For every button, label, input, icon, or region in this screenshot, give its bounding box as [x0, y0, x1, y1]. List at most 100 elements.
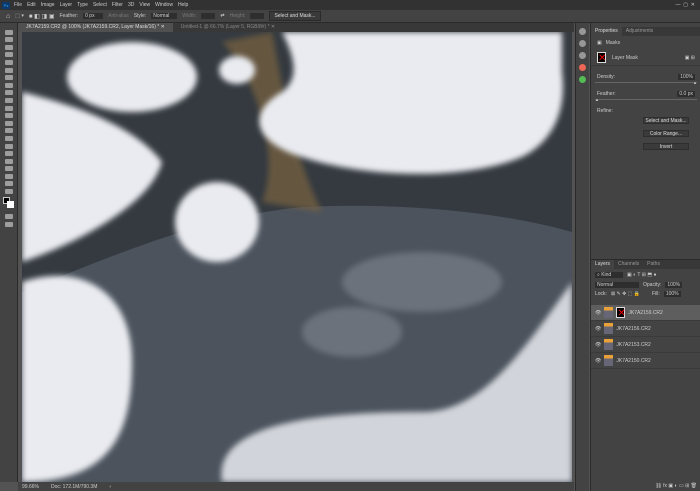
- color-range-button[interactable]: Color Range...: [643, 130, 689, 137]
- swatches-panel-icon[interactable]: [579, 76, 586, 83]
- menu-help[interactable]: Help: [178, 2, 188, 8]
- fill-input[interactable]: 100%: [663, 291, 681, 297]
- width-input[interactable]: [201, 13, 216, 19]
- lock-icons[interactable]: ⊠ ✎ ✥ ⬚ 🔒: [611, 291, 640, 297]
- zoom-tool-icon[interactable]: [5, 181, 13, 187]
- move-tool-icon[interactable]: [5, 29, 13, 35]
- layers-panel: Layers Channels Paths ⌕ Kind ▣ ◐ T ⊞ ⬒ ●…: [591, 259, 700, 491]
- character-panel-icon[interactable]: [579, 40, 586, 47]
- add-mask-icon[interactable]: ▣ ⊞: [685, 55, 695, 61]
- marquee-icon[interactable]: ⬚ ▾: [15, 13, 24, 19]
- eraser-tool-icon[interactable]: [5, 113, 13, 119]
- clone-stamp-tool-icon[interactable]: [5, 97, 13, 103]
- opacity-label: Opacity:: [643, 282, 662, 288]
- color-swatches[interactable]: [3, 197, 14, 211]
- select-and-mask-button[interactable]: Select and Mask...: [269, 11, 321, 21]
- layer-thumbnail: [604, 323, 614, 334]
- filter-kind: Kind: [601, 272, 612, 278]
- layer-name: JK7A2150.CR2: [616, 357, 651, 364]
- select-and-mask-button[interactable]: Select and Mask...: [643, 117, 689, 124]
- window-controls[interactable]: — ▢ ✕: [676, 2, 695, 8]
- menu-view[interactable]: View: [139, 2, 150, 8]
- screen-mode-icon[interactable]: [5, 221, 13, 227]
- right-panels: Properties Adjustments ▣ Masks ✕ Layer M…: [590, 23, 700, 491]
- menu-edit[interactable]: Edit: [27, 2, 36, 8]
- panel-icon-strip: [575, 23, 589, 491]
- frame-tool-icon[interactable]: [5, 67, 13, 73]
- layer-mask-label: Layer Mask: [612, 54, 638, 61]
- visibility-eye-icon[interactable]: 👁: [595, 310, 601, 316]
- menu-window[interactable]: Window: [155, 2, 173, 8]
- invert-button[interactable]: Invert: [643, 143, 689, 150]
- doc-size: Doc: 172.1M/790.3M: [50, 483, 98, 490]
- visibility-eye-icon[interactable]: 👁: [595, 342, 601, 348]
- tab-paths[interactable]: Paths: [643, 260, 664, 269]
- dodge-tool-icon[interactable]: [5, 135, 13, 141]
- density-label: Density:: [597, 74, 616, 80]
- tab-layers[interactable]: Layers: [591, 260, 615, 269]
- menu-image[interactable]: Image: [41, 2, 55, 8]
- height-input[interactable]: [250, 13, 265, 19]
- gradient-tool-icon[interactable]: [5, 120, 13, 126]
- menu-filter[interactable]: Filter: [112, 2, 123, 8]
- selection-mode-icons[interactable]: ■ ◧ ◨ ▣: [29, 13, 55, 20]
- style-select[interactable]: Normal: [151, 13, 178, 19]
- layer-row[interactable]: 👁 JK7A2150.CR2: [591, 353, 700, 369]
- feather-input[interactable]: 0.0 px: [677, 91, 695, 97]
- opacity-input[interactable]: 100%: [665, 282, 683, 288]
- photo-ice-snow: [22, 32, 572, 482]
- tab-jk7a2159[interactable]: JK7A2159.CR2 @ 100% (JK7A2159.CR2, Layer…: [18, 23, 173, 32]
- home-icon[interactable]: ⌂: [6, 13, 10, 20]
- menu-file[interactable]: File: [14, 2, 22, 8]
- layer-thumbnail: [604, 339, 614, 350]
- tab-channels[interactable]: Channels: [614, 260, 643, 269]
- document-canvas[interactable]: [22, 32, 572, 482]
- shape-tool-icon[interactable]: [5, 166, 13, 172]
- brush-tool-icon[interactable]: [5, 90, 13, 96]
- more-tools-icon[interactable]: [5, 189, 13, 195]
- quick-mask-icon[interactable]: [5, 214, 13, 220]
- quick-select-tool-icon[interactable]: [5, 52, 13, 58]
- tab-adjustments[interactable]: Adjustments: [622, 27, 658, 36]
- status-arrow-icon[interactable]: ›: [109, 484, 111, 490]
- filter-icons[interactable]: ▣ ◐ T ⊞ ⬒ ●: [627, 272, 657, 278]
- history-panel-icon[interactable]: [579, 28, 586, 35]
- path-select-tool-icon[interactable]: [5, 158, 13, 164]
- visibility-eye-icon[interactable]: 👁: [595, 358, 601, 364]
- healing-tool-icon[interactable]: [5, 82, 13, 88]
- type-tool-icon[interactable]: [5, 151, 13, 157]
- layer-mask-thumbnail[interactable]: ✕: [616, 307, 626, 319]
- feather-slider[interactable]: ▲: [595, 97, 697, 102]
- blur-tool-icon[interactable]: [5, 128, 13, 134]
- crop-tool-icon[interactable]: [5, 59, 13, 65]
- layer-actions-icons[interactable]: ⛓ fx ▣ ◐ ▭ ⊞ 🗑: [655, 483, 697, 489]
- lasso-tool-icon[interactable]: [5, 44, 13, 50]
- hand-tool-icon[interactable]: [5, 173, 13, 179]
- swap-icon[interactable]: ⇄: [220, 13, 224, 19]
- feather-input[interactable]: 0 px: [83, 13, 104, 19]
- menu-layer[interactable]: Layer: [60, 2, 73, 8]
- tab-untitled-1[interactable]: Untitled-1 @ 66.7% (Layer 5, RGB/8#) * ✕: [173, 23, 283, 32]
- pixel-mask-icon[interactable]: ▣: [597, 40, 602, 46]
- eyedropper-tool-icon[interactable]: [5, 75, 13, 81]
- layer-mask-thumbnail: ✕: [597, 52, 607, 64]
- document-tabs: JK7A2159.CR2 @ 100% (JK7A2159.CR2, Layer…: [18, 23, 574, 32]
- antialias-checkbox[interactable]: Anti-alias: [108, 13, 129, 19]
- color-panel-icon[interactable]: [579, 64, 586, 71]
- menu-select[interactable]: Select: [93, 2, 107, 8]
- blend-mode-select[interactable]: Normal: [595, 282, 639, 288]
- marquee-tool-icon[interactable]: [5, 37, 13, 43]
- density-slider[interactable]: ▲: [595, 80, 697, 85]
- pen-tool-icon[interactable]: [5, 143, 13, 149]
- history-brush-tool-icon[interactable]: [5, 105, 13, 111]
- layer-row[interactable]: 👁 ✕ JK7A2159.CR2: [591, 305, 700, 321]
- layer-row[interactable]: 👁 JK7A2153.CR2: [591, 337, 700, 353]
- visibility-eye-icon[interactable]: 👁: [595, 326, 601, 332]
- layer-filter-select[interactable]: ⌕ Kind: [595, 272, 623, 278]
- menu-3d[interactable]: 3D: [128, 2, 134, 8]
- menu-type[interactable]: Type: [77, 2, 88, 8]
- paragraph-panel-icon[interactable]: [579, 52, 586, 59]
- zoom-level[interactable]: 99.66%: [22, 484, 39, 490]
- tab-properties[interactable]: Properties: [591, 27, 622, 36]
- layer-row[interactable]: 👁 JK7A2156.CR2: [591, 321, 700, 337]
